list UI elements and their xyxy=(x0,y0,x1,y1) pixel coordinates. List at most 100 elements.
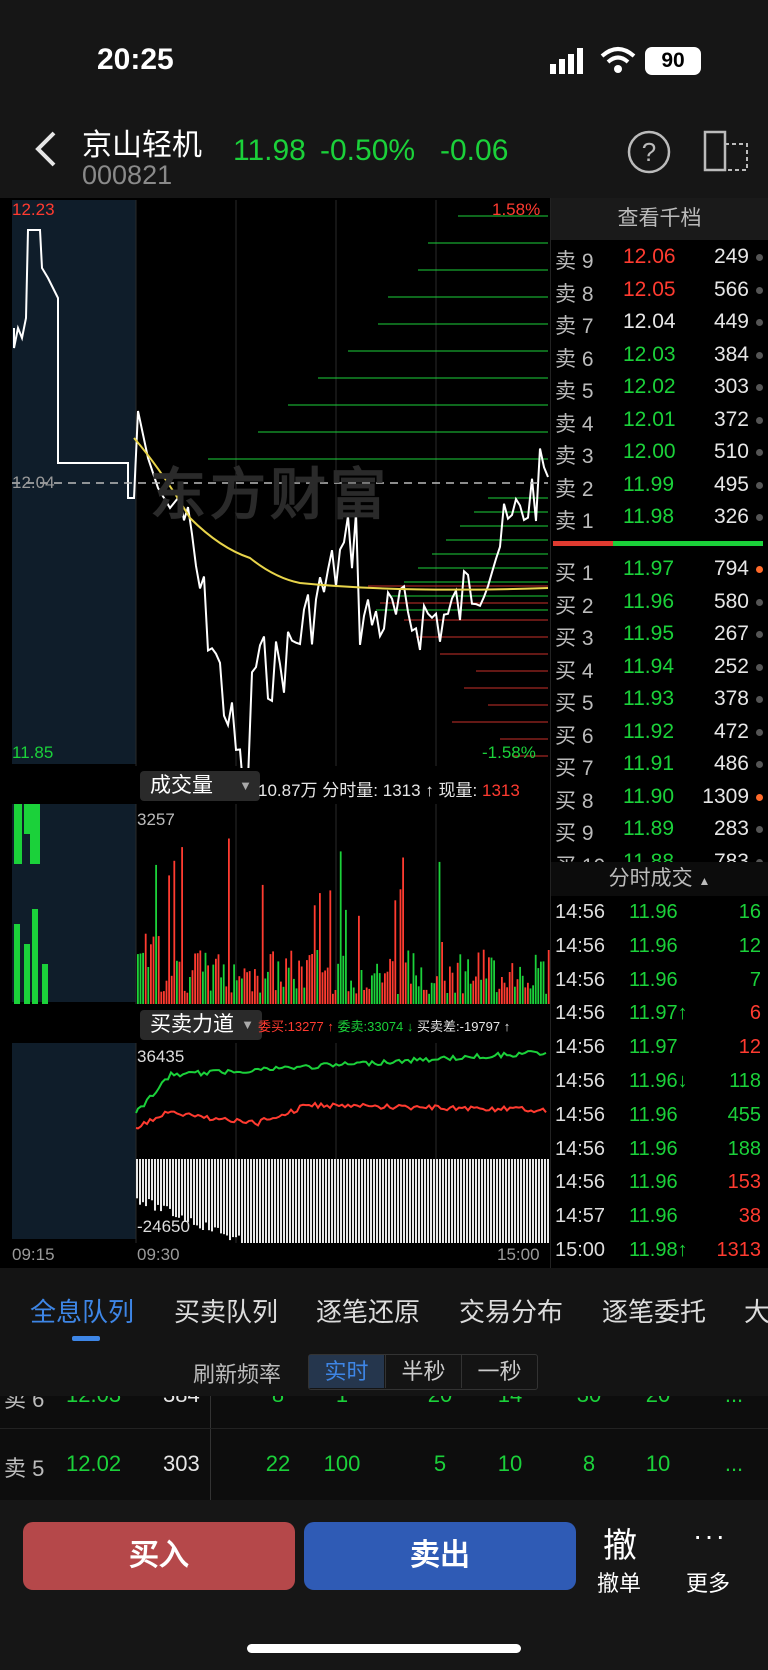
volume-bar xyxy=(186,992,189,1004)
ask-row[interactable]: 卖 2 11.99 495 xyxy=(553,469,763,501)
bid-row[interactable]: 买 6 11.92 472 xyxy=(553,716,763,748)
bid-row[interactable]: 买 2 11.96 580 xyxy=(553,586,763,618)
ask-row[interactable]: 卖 5 12.02 303 xyxy=(553,371,763,403)
force-diff-bar xyxy=(334,1159,336,1243)
tick-time: 14:56 xyxy=(555,1070,606,1092)
force-diff-bar xyxy=(145,1159,147,1207)
force-diff-bar xyxy=(481,1159,483,1243)
force-diff-bar xyxy=(454,1159,456,1243)
queue-label: 卖 5 xyxy=(4,1456,45,1481)
tab-0[interactable]: 全息队列 xyxy=(30,1292,134,1329)
bid-row[interactable]: 买 7 11.91 486 xyxy=(553,748,763,780)
landscape-icon[interactable] xyxy=(703,128,748,172)
ticks-header[interactable]: 分时成交 ▲ xyxy=(551,862,768,896)
volume-bar xyxy=(454,992,456,1004)
force-diff-bar xyxy=(487,1159,489,1243)
tab-1[interactable]: 买卖队列 xyxy=(174,1292,278,1329)
tab-5[interactable]: 大 xyxy=(744,1292,768,1329)
order-dot-icon xyxy=(756,254,763,261)
volume-bar xyxy=(269,954,272,1004)
status-time: 20:25 xyxy=(97,43,174,76)
order-dot-icon xyxy=(756,319,763,326)
bid-row[interactable]: 买 1 11.97 794 xyxy=(553,553,763,585)
wifi-icon xyxy=(600,46,636,74)
bid-row[interactable]: 买 8 11.90 1309 xyxy=(553,781,763,813)
ask-row[interactable]: 卖 4 12.01 372 xyxy=(553,404,763,436)
force-diff-bar xyxy=(265,1159,267,1243)
bid-volume: 580 xyxy=(713,589,749,613)
ask-row[interactable]: 卖 9 12.06 249 xyxy=(553,241,763,273)
bid-row[interactable]: 买 9 11.89 283 xyxy=(553,813,763,845)
tab-4[interactable]: 逐笔委托 xyxy=(602,1292,706,1329)
view-depth-button[interactable]: 查看千档 xyxy=(551,198,768,240)
force-diff-bar xyxy=(475,1159,477,1243)
ask-volume: 566 xyxy=(713,277,749,301)
force-chart[interactable] xyxy=(0,1043,550,1243)
volume-bar xyxy=(462,993,464,1004)
force-diff-bar xyxy=(412,1159,414,1243)
refresh-option-2[interactable]: 一秒 xyxy=(461,1355,537,1388)
ask-row[interactable]: 卖 1 11.98 326 xyxy=(553,501,763,533)
more-button[interactable]: 更多 xyxy=(686,1566,730,1598)
bid-row[interactable]: 买 4 11.94 252 xyxy=(553,651,763,683)
volume-now-label: 现量: xyxy=(438,781,478,800)
tab-3[interactable]: 交易分布 xyxy=(459,1292,563,1329)
ask-row[interactable]: 卖 3 12.00 510 xyxy=(553,436,763,468)
bid-row[interactable]: 买 3 11.95 267 xyxy=(553,618,763,650)
volume-bar xyxy=(378,973,381,1004)
volume-selector[interactable]: 成交量 ▼ xyxy=(140,771,260,801)
bid-label: 买 6 xyxy=(555,724,594,748)
volume-bar xyxy=(217,954,220,1004)
back-icon[interactable] xyxy=(30,127,60,182)
tick-price: 11.96 xyxy=(629,934,678,957)
bid-volume: 378 xyxy=(713,687,749,710)
home-indicator xyxy=(247,1644,521,1653)
volume-bar xyxy=(365,987,368,1004)
force-selector[interactable]: 买卖力道 ▼ xyxy=(140,1010,262,1040)
force-diff-bar xyxy=(142,1159,144,1203)
refresh-option-0[interactable]: 实时 xyxy=(309,1355,384,1388)
ask-row[interactable]: 卖 8 12.05 566 xyxy=(553,274,763,306)
tick-time: 14:56 xyxy=(555,1036,606,1059)
force-diff-bar xyxy=(421,1159,423,1243)
force-diff-bar xyxy=(211,1159,213,1232)
order-dot-icon xyxy=(756,728,763,736)
force-diff-bar xyxy=(313,1159,315,1243)
bid-label: 买 2 xyxy=(555,594,594,618)
tab-2[interactable]: 逐笔还原 xyxy=(316,1292,420,1329)
ask-label: 卖 7 xyxy=(555,315,594,338)
force-diff-bar xyxy=(469,1159,471,1243)
ask-row[interactable]: 卖 7 12.04 449 xyxy=(553,306,763,338)
more-icon[interactable]: ··· xyxy=(693,1520,727,1552)
time-open: 09:30 xyxy=(137,1245,180,1264)
top-price: 12.23 xyxy=(12,200,55,219)
tick-volume: 16 xyxy=(738,901,761,923)
force-diff-bar xyxy=(169,1159,171,1209)
order-dot-icon xyxy=(756,351,763,359)
volume-bar xyxy=(170,975,173,1004)
tick-row: 14:56 11.96 16 xyxy=(553,898,763,931)
order-dot-icon xyxy=(756,598,763,606)
volume-chart[interactable] xyxy=(0,804,550,1004)
volume-bar xyxy=(355,993,358,1004)
refresh-option-1[interactable]: 半秒 xyxy=(385,1355,461,1388)
volume-bar xyxy=(433,983,436,1004)
tick-time: 14:56 xyxy=(555,1002,606,1025)
force-diff-bar xyxy=(223,1159,225,1235)
force-diff-bar xyxy=(331,1159,333,1243)
sell-button[interactable]: 卖出 xyxy=(304,1522,576,1590)
force-diff-bar xyxy=(433,1159,435,1243)
ask-row[interactable]: 卖 6 12.03 384 xyxy=(553,339,763,371)
force-diff-bar xyxy=(298,1159,300,1243)
force-diff-bar xyxy=(448,1159,450,1243)
cancel-button[interactable]: 撤单 xyxy=(597,1566,641,1598)
force-diff-bar xyxy=(304,1159,306,1243)
bid-row[interactable]: 买 5 11.93 378 xyxy=(553,683,763,715)
volume-bar xyxy=(521,975,524,1004)
volume-bar xyxy=(222,964,225,1004)
help-icon[interactable]: ? xyxy=(627,130,671,174)
buy-button[interactable]: 买入 xyxy=(23,1522,295,1590)
volume-bar xyxy=(451,972,454,1004)
cancel-icon[interactable]: 撤 xyxy=(602,1518,638,1567)
force-diff-bar xyxy=(253,1159,255,1243)
